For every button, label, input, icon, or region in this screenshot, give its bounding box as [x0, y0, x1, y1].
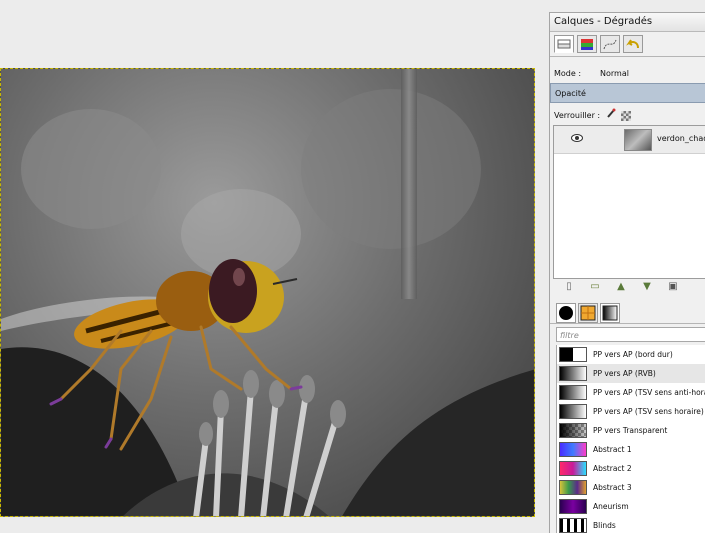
gradient-label: PP vers AP (RVB)	[593, 369, 656, 378]
gradient-item[interactable]: Abstract 2	[557, 459, 705, 478]
tab-paths[interactable]	[600, 35, 620, 53]
lock-row: Verrouiller :	[550, 108, 705, 122]
gradient-swatch	[559, 366, 587, 381]
gradient-item[interactable]: PP vers AP (bord dur)	[557, 345, 705, 364]
gradient-item[interactable]: Abstract 1	[557, 440, 705, 459]
gradient-label: PP vers AP (TSV sens anti-horaire	[593, 388, 705, 397]
tab-gradients[interactable]	[600, 303, 620, 323]
gradient-item[interactable]: PP vers AP (TSV sens anti-horaire	[557, 383, 705, 402]
layers-icon	[557, 39, 571, 49]
gradient-tab-strip	[550, 301, 705, 324]
gradient-item[interactable]: Blinds	[557, 516, 705, 533]
new-layer-icon[interactable]: ▯	[562, 280, 576, 294]
paths-icon	[603, 39, 617, 50]
gradient-swatch	[559, 423, 587, 438]
lock-alpha-icon[interactable]	[621, 110, 632, 121]
tab-brushes[interactable]	[556, 303, 576, 323]
gradient-swatch	[559, 461, 587, 476]
lock-label: Verrouiller :	[554, 111, 601, 120]
gradient-swatch	[559, 385, 587, 400]
layer-row[interactable]: verdon_chado	[554, 126, 705, 154]
pattern-icon	[580, 305, 596, 321]
opacity-label: Opacité	[555, 89, 586, 98]
tab-undo-history[interactable]	[623, 35, 643, 53]
lock-pixels-icon[interactable]	[606, 108, 616, 123]
gradient-swatch	[559, 480, 587, 495]
gradient-item[interactable]: PP vers AP (TSV sens horaire)	[557, 402, 705, 421]
eye-icon[interactable]	[571, 134, 583, 142]
filter-input[interactable]: filtre	[556, 327, 705, 342]
insect-illustration	[1, 259, 534, 516]
gradient-label: PP vers AP (bord dur)	[593, 350, 673, 359]
gradient-list: PP vers AP (bord dur) PP vers AP (RVB) P…	[556, 345, 705, 533]
mode-row[interactable]: Mode : Normal	[550, 67, 705, 81]
layer-thumbnail	[624, 129, 652, 151]
layer-name[interactable]: verdon_chado	[657, 134, 705, 143]
layers-gradients-dock: Calques - Dégradés Mode : Normal Opacité…	[549, 12, 705, 533]
mode-label: Mode :	[554, 69, 582, 78]
gradient-label: Abstract 3	[593, 483, 632, 492]
tab-channels[interactable]	[577, 35, 597, 53]
opacity-slider[interactable]: Opacité	[550, 83, 705, 103]
gradient-label: Aneurism	[593, 502, 629, 511]
gradient-item[interactable]: Abstract 3	[557, 478, 705, 497]
gradient-item[interactable]: PP vers Transparent	[557, 421, 705, 440]
gradient-swatch	[559, 518, 587, 533]
mode-select[interactable]: Normal	[600, 67, 629, 81]
tab-patterns[interactable]	[578, 303, 598, 323]
gradient-label: Abstract 2	[593, 464, 632, 473]
dock-tab-strip	[550, 32, 705, 57]
gradient-label: PP vers AP (TSV sens horaire)	[593, 407, 704, 416]
gradient-icon	[602, 305, 618, 321]
gradient-swatch	[559, 347, 587, 362]
gradient-label: Abstract 1	[593, 445, 632, 454]
gradient-swatch	[559, 499, 587, 514]
leaf-right	[342, 369, 534, 516]
channels-icon	[581, 39, 593, 50]
insect-eye	[209, 259, 257, 323]
lower-layer-icon[interactable]: ▼	[640, 280, 654, 294]
dock-title: Calques - Dégradés	[550, 13, 705, 32]
image-canvas[interactable]	[0, 0, 548, 529]
gradient-item[interactable]: Aneurism	[557, 497, 705, 516]
gradient-label: PP vers Transparent	[593, 426, 668, 435]
photo-hoverfly-on-flower[interactable]	[0, 68, 535, 517]
undo-icon	[626, 39, 639, 49]
gradient-swatch	[559, 442, 587, 457]
layer-toolbar: ▯ ▭ ▲ ▼ ▣	[550, 278, 705, 296]
duplicate-layer-icon[interactable]: ▣	[666, 280, 680, 294]
gradient-swatch	[559, 404, 587, 419]
tab-layers[interactable]	[554, 35, 574, 53]
brush-icon	[559, 306, 573, 320]
gradient-item[interactable]: PP vers AP (RVB)	[557, 364, 705, 383]
new-group-icon[interactable]: ▭	[588, 280, 602, 294]
raise-layer-icon[interactable]: ▲	[614, 280, 628, 294]
layer-list: verdon_chado ◂ |||	[553, 125, 705, 389]
